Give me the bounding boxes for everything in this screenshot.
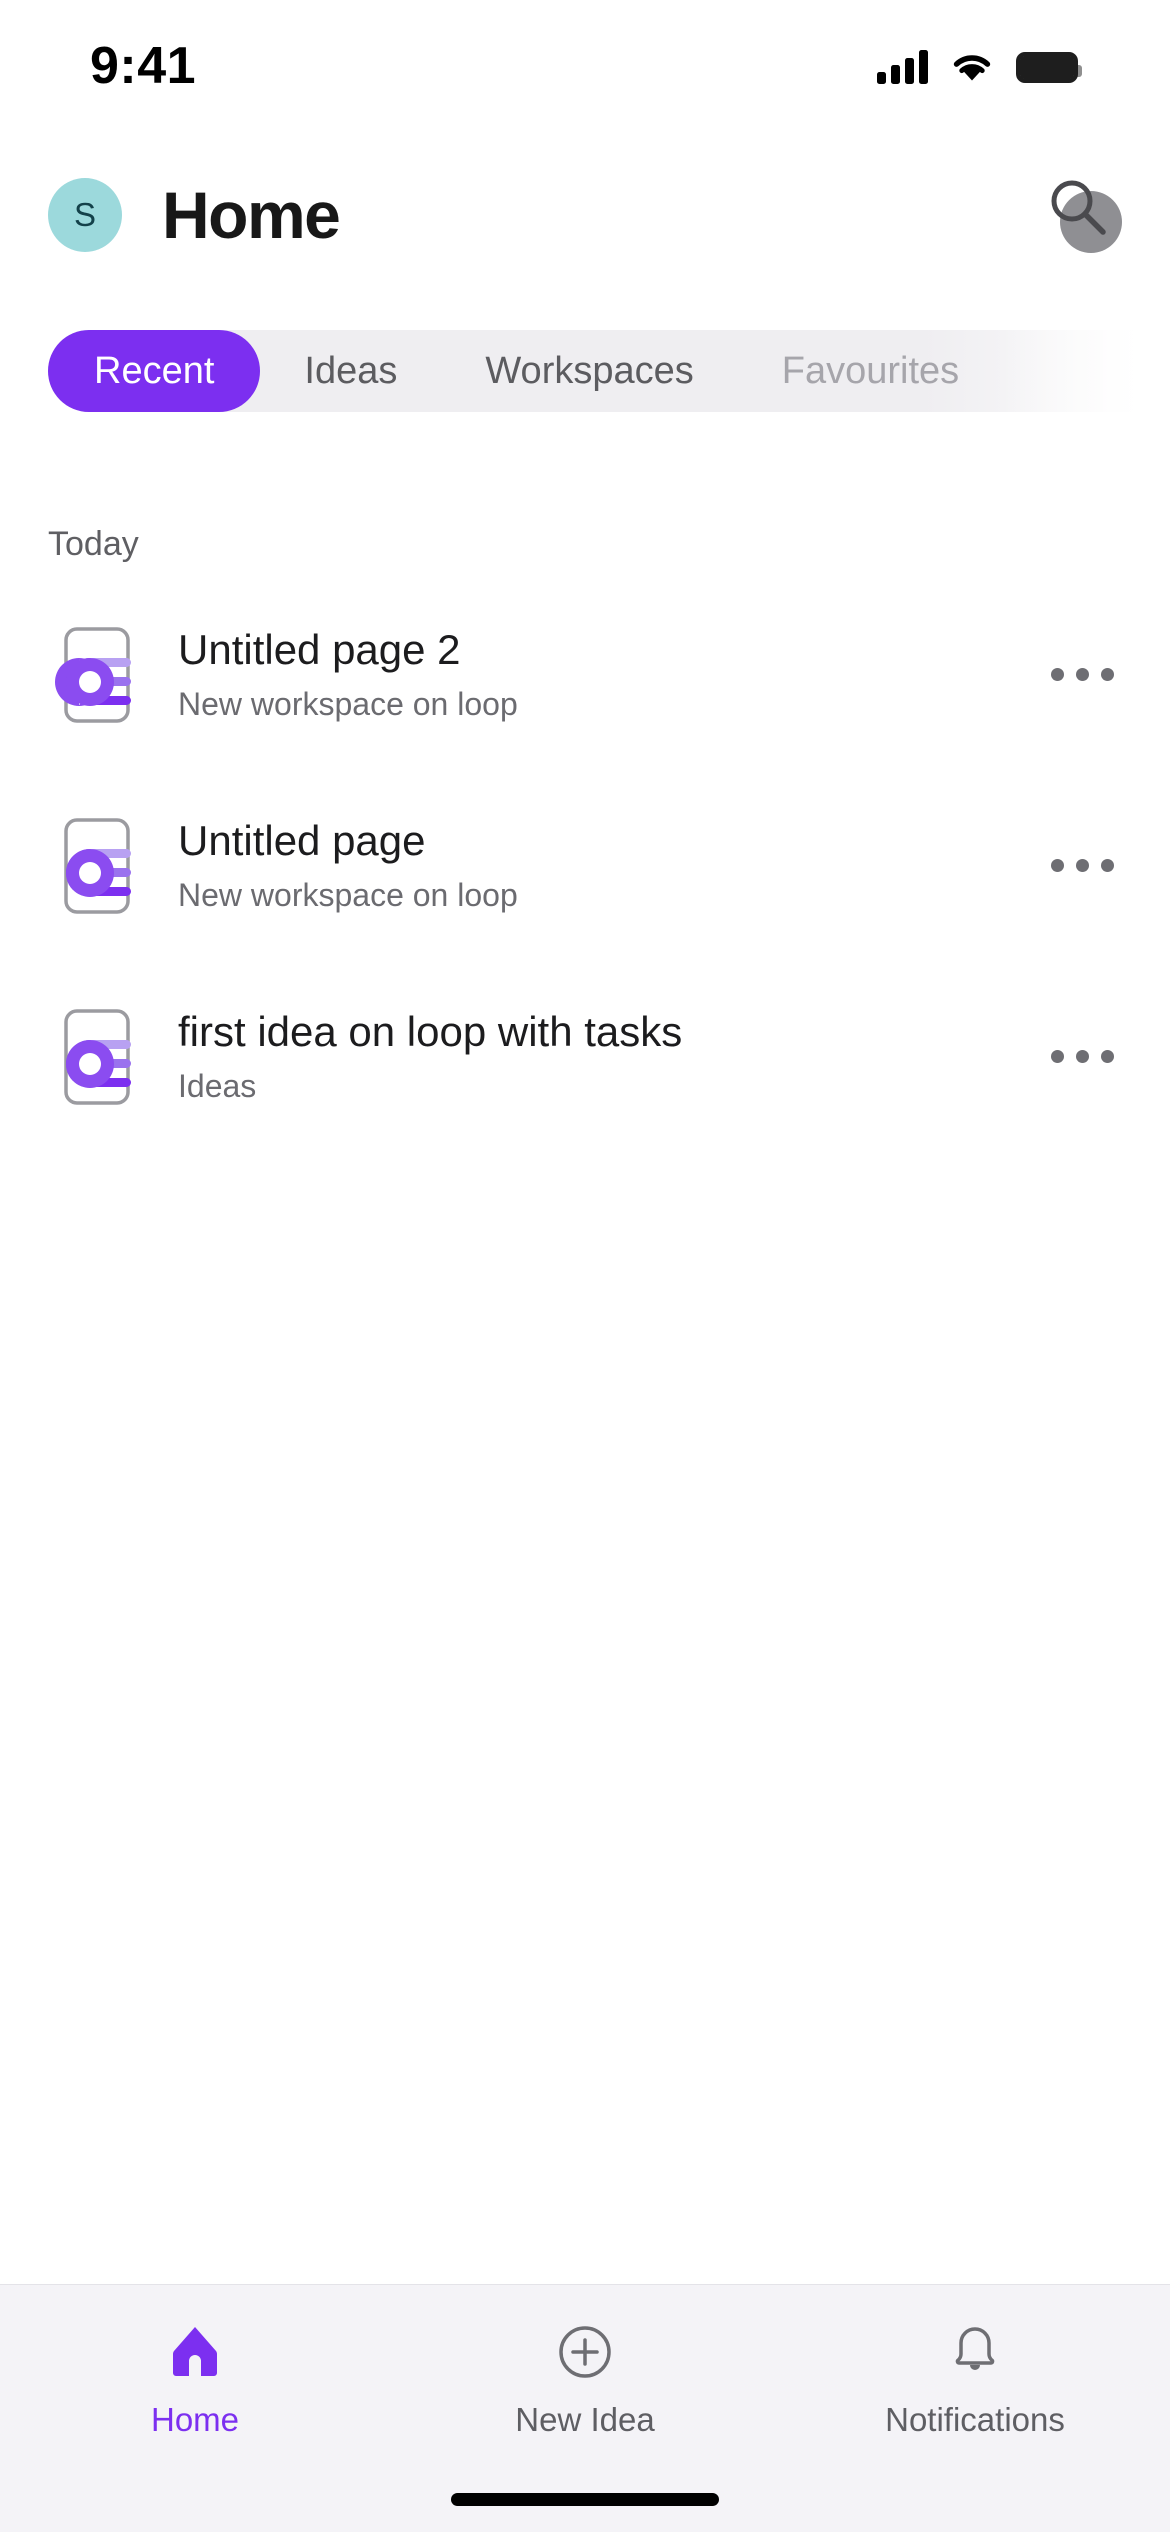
list-item-subtitle: Ideas: [178, 1067, 257, 1104]
list-item-text: first idea on loop with tasks Ideas: [178, 1008, 1032, 1104]
wifi-icon: [953, 55, 991, 81]
plus-circle-icon: [554, 2319, 616, 2385]
avatar[interactable]: S: [48, 178, 122, 252]
status-bar: 9:41: [0, 0, 1170, 118]
list-item-title: Untitled page 2: [178, 626, 461, 674]
list-item[interactable]: first idea on loop with tasks Ideas: [0, 997, 1170, 1116]
app-screen: 9:41 S Home Recent Ideas Workspaces Favo…: [0, 0, 1170, 2532]
nav-item-new-idea-label: New Idea: [515, 2401, 655, 2438]
loop-page-icon: [48, 1007, 138, 1107]
more-horizontal-icon[interactable]: [1042, 826, 1122, 906]
search-icon: [1051, 180, 1106, 235]
list-item-text: Untitled page 2 New workspace on loop: [178, 626, 1032, 722]
avatar-initial: S: [73, 196, 96, 233]
nav-item-notifications-label: Notifications: [885, 2401, 1065, 2438]
app-header: S Home: [0, 160, 1170, 270]
cellular-bars-icon: [877, 50, 928, 84]
tab-strip-tabs: Recent Ideas Workspaces Favourites: [48, 330, 1003, 412]
tab-strip[interactable]: Recent Ideas Workspaces Favourites: [0, 330, 1170, 430]
more-horizontal-icon[interactable]: [1042, 635, 1122, 715]
bell-icon: [944, 2319, 1006, 2385]
home-indicator[interactable]: [451, 2493, 719, 2506]
tab-ideas[interactable]: Ideas: [260, 330, 441, 412]
page-title: Home: [162, 178, 341, 252]
tab-workspaces[interactable]: Workspaces: [441, 330, 737, 412]
home-icon: [164, 2319, 226, 2385]
loop-page-icon: [48, 625, 138, 725]
list-item-title: Untitled page: [178, 817, 426, 865]
status-bar-time: 9:41: [90, 37, 197, 95]
tab-recent[interactable]: Recent: [48, 330, 261, 412]
nav-item-home-label: Home: [150, 2401, 240, 2438]
status-bar-icons: [877, 50, 1082, 84]
nav-item-notifications[interactable]: Notifications: [780, 2285, 1170, 2532]
list-item-title: first idea on loop with tasks: [178, 1008, 683, 1056]
nav-item-home[interactable]: Home: [0, 2285, 390, 2532]
loop-page-icon: [48, 816, 138, 916]
section-header-today: Today: [48, 525, 139, 563]
search-button[interactable]: [1046, 177, 1122, 253]
tab-favourites[interactable]: Favourites: [738, 330, 1003, 412]
recent-list: Untitled page 2 New workspace on loop Un…: [0, 615, 1170, 1188]
more-horizontal-icon[interactable]: [1042, 1017, 1122, 1097]
list-item-text: Untitled page New workspace on loop: [178, 817, 1032, 913]
list-item-subtitle: New workspace on loop: [178, 876, 518, 913]
list-item-subtitle: New workspace on loop: [178, 685, 518, 722]
list-item[interactable]: Untitled page New workspace on loop: [0, 806, 1170, 925]
list-item[interactable]: Untitled page 2 New workspace on loop: [0, 615, 1170, 734]
battery-full-icon: [1016, 51, 1082, 83]
